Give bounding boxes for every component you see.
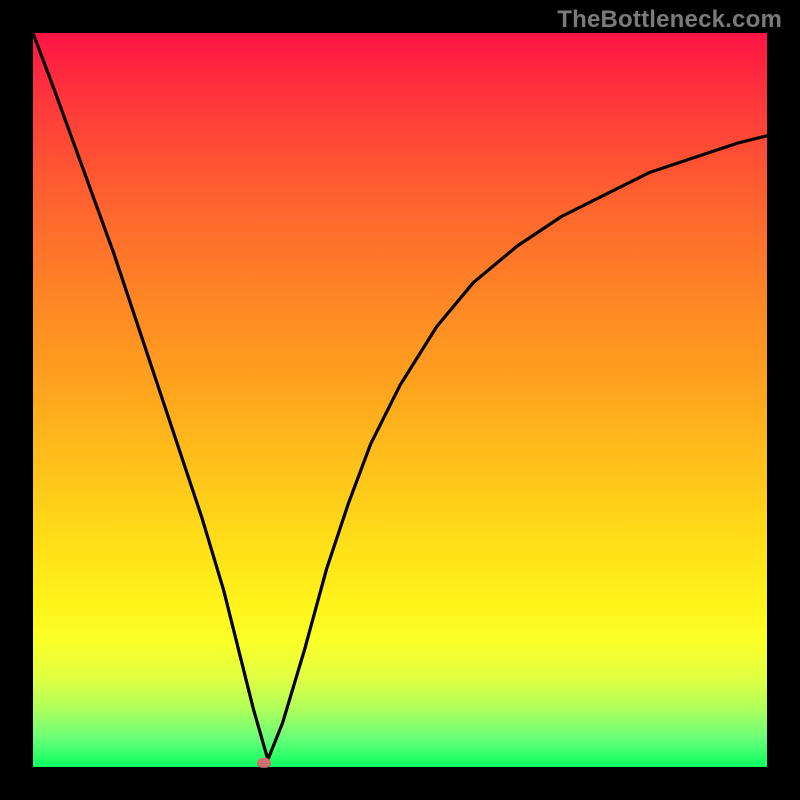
plot-area	[33, 33, 767, 767]
optimum-marker	[257, 758, 271, 768]
watermark-label: TheBottleneck.com	[557, 6, 782, 34]
bottleneck-curve	[33, 33, 767, 767]
chart-frame: TheBottleneck.com	[0, 0, 800, 800]
